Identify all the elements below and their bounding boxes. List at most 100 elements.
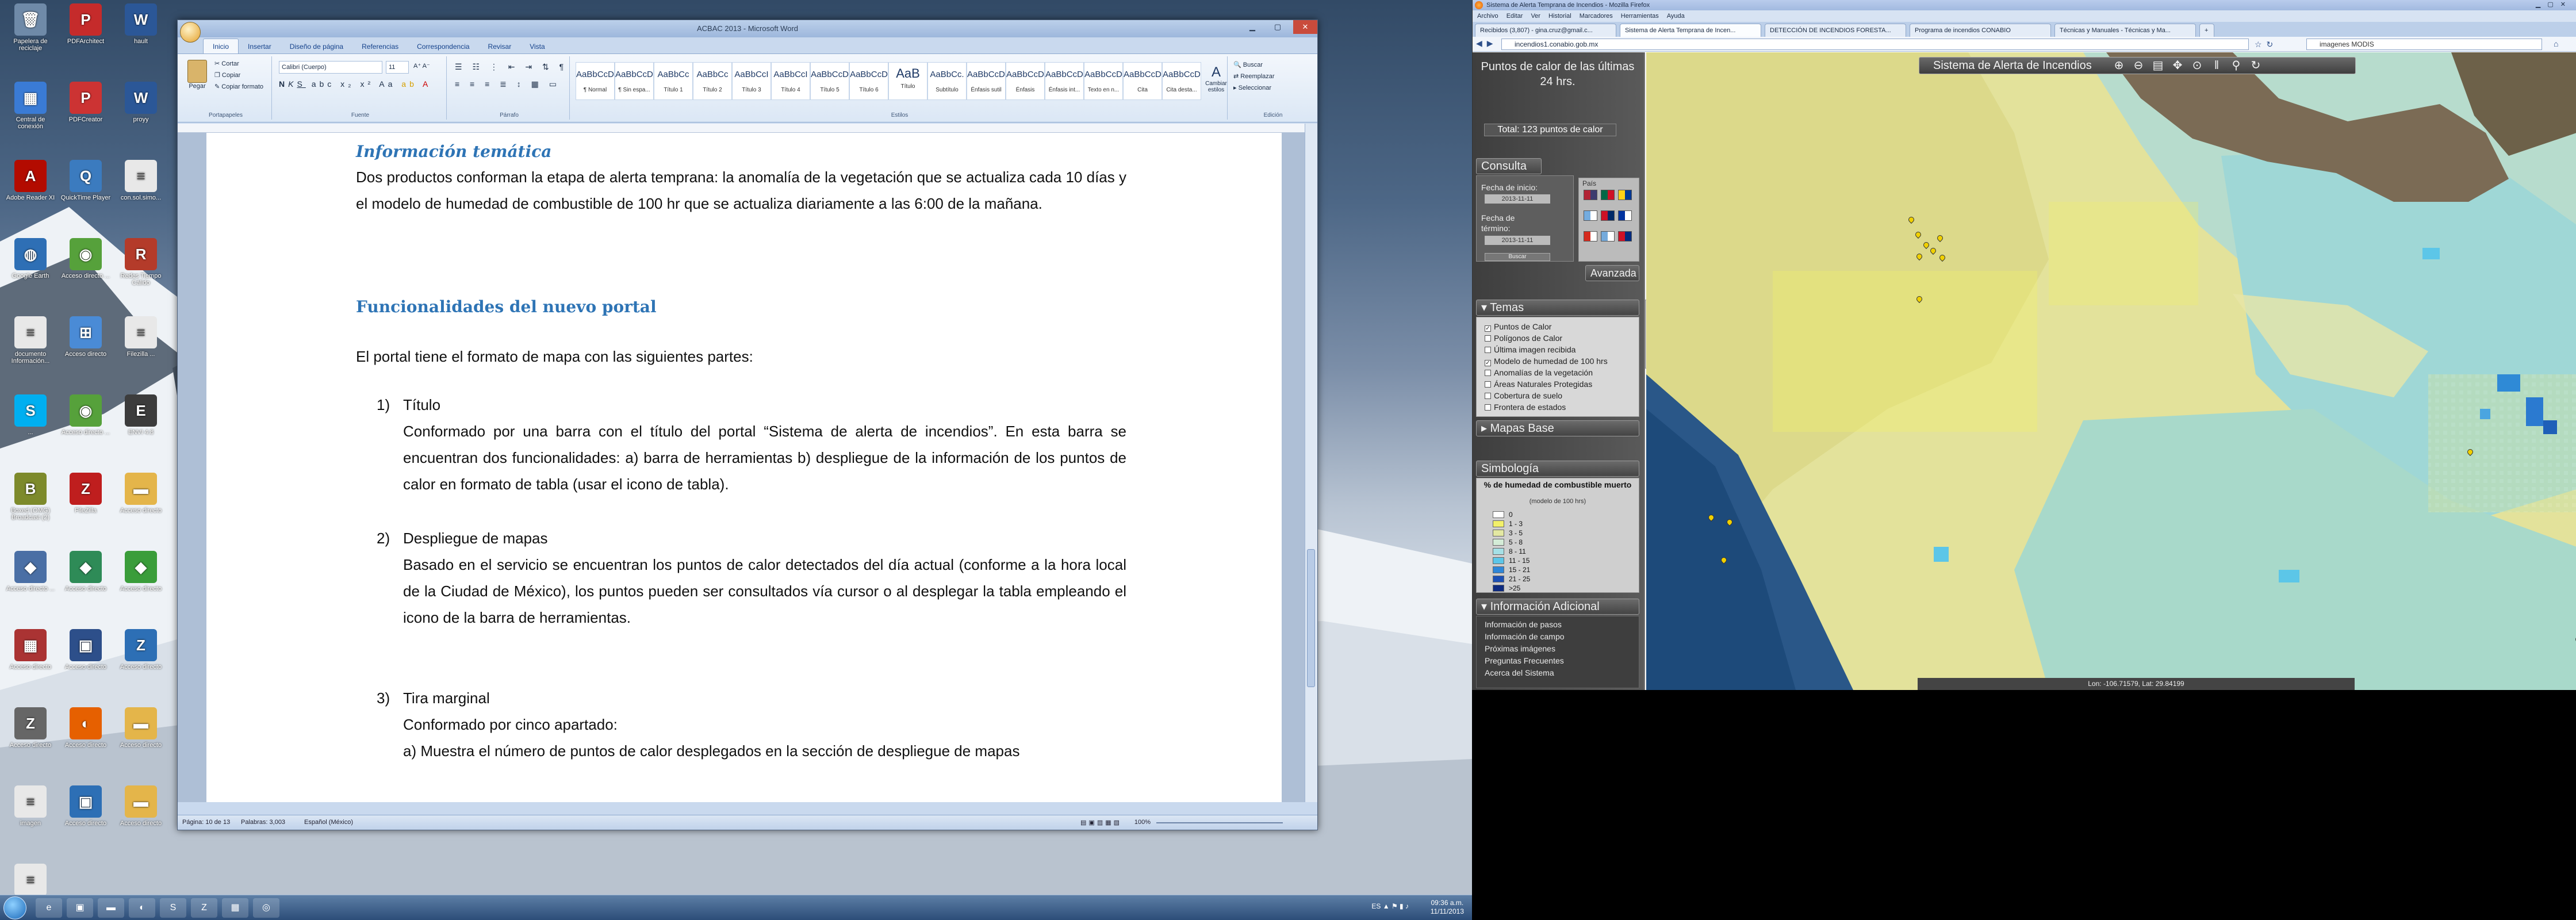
layer-checkbox[interactable] bbox=[1485, 381, 1491, 388]
columns-icon[interactable]: ‖ bbox=[2207, 57, 2226, 74]
tab-revisar[interactable]: Revisar bbox=[479, 39, 521, 54]
desktop-icon[interactable]: ◉ Acceso directo ... bbox=[60, 238, 112, 279]
align-buttons[interactable]: ≡ ≡ ≡ ≣ ↕ ▦ ▭ bbox=[455, 79, 561, 89]
system-tray[interactable]: ES ▲ ⚑ ▮ ♪ bbox=[1371, 902, 1409, 910]
replace-button[interactable]: ⇄ Reemplazar bbox=[1233, 72, 1275, 80]
tab-inicio[interactable]: Inicio bbox=[203, 39, 239, 53]
taskbar-item[interactable]: ▣ bbox=[67, 898, 93, 918]
office-button[interactable] bbox=[180, 22, 201, 43]
info-link[interactable]: Acerca del Sistema bbox=[1477, 667, 1639, 679]
tab-referencias[interactable]: Referencias bbox=[352, 39, 408, 54]
avanzada-button[interactable]: Avanzada bbox=[1585, 265, 1639, 281]
scrollbar-thumb[interactable] bbox=[1307, 549, 1315, 687]
desktop-icon[interactable]: ◐ Acceso directo bbox=[60, 707, 112, 749]
browser-tab[interactable]: DETECCIÓN DE INCENDIOS FORESTA... bbox=[1765, 24, 1906, 37]
taskbar-item[interactable]: ▦ bbox=[222, 898, 248, 918]
desktop-icon[interactable]: ▬ Acceso directo bbox=[115, 785, 167, 827]
country-flag-icon[interactable] bbox=[1584, 210, 1597, 221]
desktop-icon[interactable]: ▦ Acceso directo bbox=[5, 629, 56, 670]
map-view[interactable]: Sistema de Alerta de Incendios ⊕ ⊖ ▤ ✥ ⊙ ‖ ⚲ ↻ … bbox=[1646, 52, 2576, 690]
clock[interactable]: 09:36 a.m. 11/11/2013 bbox=[1431, 899, 1464, 916]
font-format-buttons[interactable]: NKS abc x₂ x² Aa ab A bbox=[279, 79, 431, 89]
info-link[interactable]: Preguntas Frecuentes bbox=[1477, 655, 1639, 667]
desktop-icon[interactable]: R Redes Tiempo Cálido bbox=[115, 238, 167, 286]
taskbar-item[interactable]: ▬ bbox=[98, 898, 124, 918]
desktop-icon[interactable]: A Adobe Reader XI bbox=[5, 160, 56, 201]
desktop-icon[interactable]: 🗑 Papelera de reciclaje bbox=[5, 3, 56, 52]
desktop-icon[interactable]: S... bbox=[5, 394, 56, 436]
desktop-icon[interactable]: ▣ Acceso directo bbox=[60, 629, 112, 670]
page-count[interactable]: Página: 10 de 13 bbox=[182, 819, 230, 826]
desktop-icon[interactable]: Z Acceso directo bbox=[115, 629, 167, 670]
style-item[interactable]: AaBbCcD Título 6 bbox=[849, 62, 888, 100]
buscar-button[interactable]: Buscar bbox=[1485, 253, 1550, 261]
style-item[interactable]: AaBbCcDc Cita desta... bbox=[1162, 62, 1201, 100]
firefox-window-controls[interactable]: ▁▢✕ bbox=[2536, 1, 2573, 8]
desktop-icon[interactable]: ≡ con.sol.simo... bbox=[115, 160, 167, 201]
vertical-scrollbar[interactable] bbox=[1305, 124, 1317, 802]
style-item[interactable]: AaBbCcDc ¶ Sin espa... bbox=[615, 62, 654, 100]
list-buttons[interactable]: ☰ ☷ ⋮ ⇤ ⇥ ⇅ ¶ bbox=[455, 62, 568, 72]
tab-correspondencia[interactable]: Correspondencia bbox=[408, 39, 478, 54]
country-flag-icon[interactable] bbox=[1618, 210, 1632, 221]
menu-historial[interactable]: Historial bbox=[1548, 13, 1571, 20]
desktop-icon[interactable]: ▬ Acceso directo bbox=[115, 707, 167, 749]
zoom-out-icon[interactable]: ⊖ bbox=[2129, 57, 2148, 74]
style-item[interactable]: AaBbCcDc Énfasis int... bbox=[1045, 62, 1084, 100]
layer-item[interactable]: Última imagen recibida bbox=[1477, 344, 1639, 355]
taskbar-item[interactable]: Z bbox=[191, 898, 217, 918]
ruler[interactable] bbox=[178, 124, 1305, 133]
desktop-icon[interactable]: ◆ Acceso directo bbox=[60, 551, 112, 592]
desktop-icon[interactable]: Z Acceso directo bbox=[5, 707, 56, 749]
desktop-icon[interactable]: ▣ Acceso directo bbox=[60, 785, 112, 827]
desktop-icon[interactable]: Wproyy bbox=[115, 82, 167, 123]
home-icon[interactable]: ⌂ bbox=[2554, 39, 2558, 48]
taskbar-item[interactable]: e bbox=[36, 898, 62, 918]
info-title[interactable]: ▾ Información Adicional bbox=[1476, 599, 1639, 615]
find-button[interactable]: 🔍 Buscar bbox=[1233, 61, 1263, 68]
layer-item[interactable]: Anomalías de la vegetación bbox=[1477, 367, 1639, 378]
taskbar-item[interactable]: ◎ bbox=[253, 898, 279, 918]
cut-button[interactable]: ✂ Cortar bbox=[214, 60, 239, 67]
desktop-icon[interactable]: P PDFArchitect bbox=[60, 3, 112, 45]
style-item[interactable]: AaBbCcDc ¶ Normal bbox=[576, 62, 615, 100]
style-item[interactable]: AaBbCcDc Énfasis bbox=[1006, 62, 1045, 100]
country-flag-icon[interactable] bbox=[1601, 231, 1615, 241]
copy-button[interactable]: ❐ Copiar bbox=[214, 71, 240, 79]
search-bar[interactable]: imagenes MODIS bbox=[2306, 39, 2542, 50]
globe-icon[interactable]: ⊙ bbox=[2187, 57, 2207, 74]
country-flag-icon[interactable] bbox=[1584, 231, 1597, 241]
layer-item[interactable]: ✓ Puntos de Calor bbox=[1477, 321, 1639, 332]
style-item[interactable]: AaBbCcDc Cita bbox=[1123, 62, 1162, 100]
consulta-title[interactable]: Consulta bbox=[1476, 158, 1542, 174]
word-count[interactable]: Palabras: 3,003 bbox=[241, 819, 285, 826]
url-bar[interactable]: incendios1.conabio.gob.mx bbox=[1501, 39, 2249, 50]
style-item[interactable]: AaBbCcD Título 5 bbox=[810, 62, 849, 100]
browser-tab[interactable]: Programa de incendios CONABIO bbox=[1910, 24, 2051, 37]
desktop-icon[interactable]: ▬ Acceso directo bbox=[115, 473, 167, 514]
firefox-title-bar[interactable]: Sistema de Alerta Temprana de Incendios … bbox=[1473, 0, 2576, 10]
change-styles-button[interactable]: A Cambiar estilos bbox=[1205, 64, 1228, 93]
style-item[interactable]: AaBbCcDc Texto en n... bbox=[1084, 62, 1123, 100]
layer-item[interactable]: Polígonos de Calor bbox=[1477, 332, 1639, 344]
refresh-icon[interactable]: ↻ bbox=[2246, 57, 2266, 74]
tab-insertar[interactable]: Insertar bbox=[239, 39, 281, 54]
menu-marcadores[interactable]: Marcadores bbox=[1580, 13, 1613, 20]
country-flag-icon[interactable] bbox=[1601, 210, 1615, 221]
table-icon[interactable]: ▤ bbox=[2148, 57, 2168, 74]
layer-checkbox[interactable] bbox=[1485, 347, 1491, 353]
style-item[interactable]: AaB Título bbox=[888, 62, 927, 100]
style-item[interactable]: AaBbCc Título 1 bbox=[654, 62, 693, 100]
start-button[interactable] bbox=[3, 896, 26, 919]
pan-icon[interactable]: ✥ bbox=[2168, 57, 2187, 74]
taskbar-item[interactable]: ◐ bbox=[129, 898, 155, 918]
zoom-slider[interactable] bbox=[1156, 822, 1283, 823]
country-flag-icon[interactable] bbox=[1584, 190, 1597, 200]
info-link[interactable]: Próximas imágenes bbox=[1477, 643, 1639, 655]
style-item[interactable]: AaBbCcI Título 3 bbox=[732, 62, 771, 100]
style-item[interactable]: AaBbCc Título 2 bbox=[693, 62, 732, 100]
tab-vista[interactable]: Vista bbox=[520, 39, 554, 54]
minimize-button[interactable]: ▁ bbox=[1240, 20, 1264, 34]
country-flag-icon[interactable] bbox=[1618, 190, 1632, 200]
desktop-icon[interactable]: Q QuickTime Player bbox=[60, 160, 112, 201]
